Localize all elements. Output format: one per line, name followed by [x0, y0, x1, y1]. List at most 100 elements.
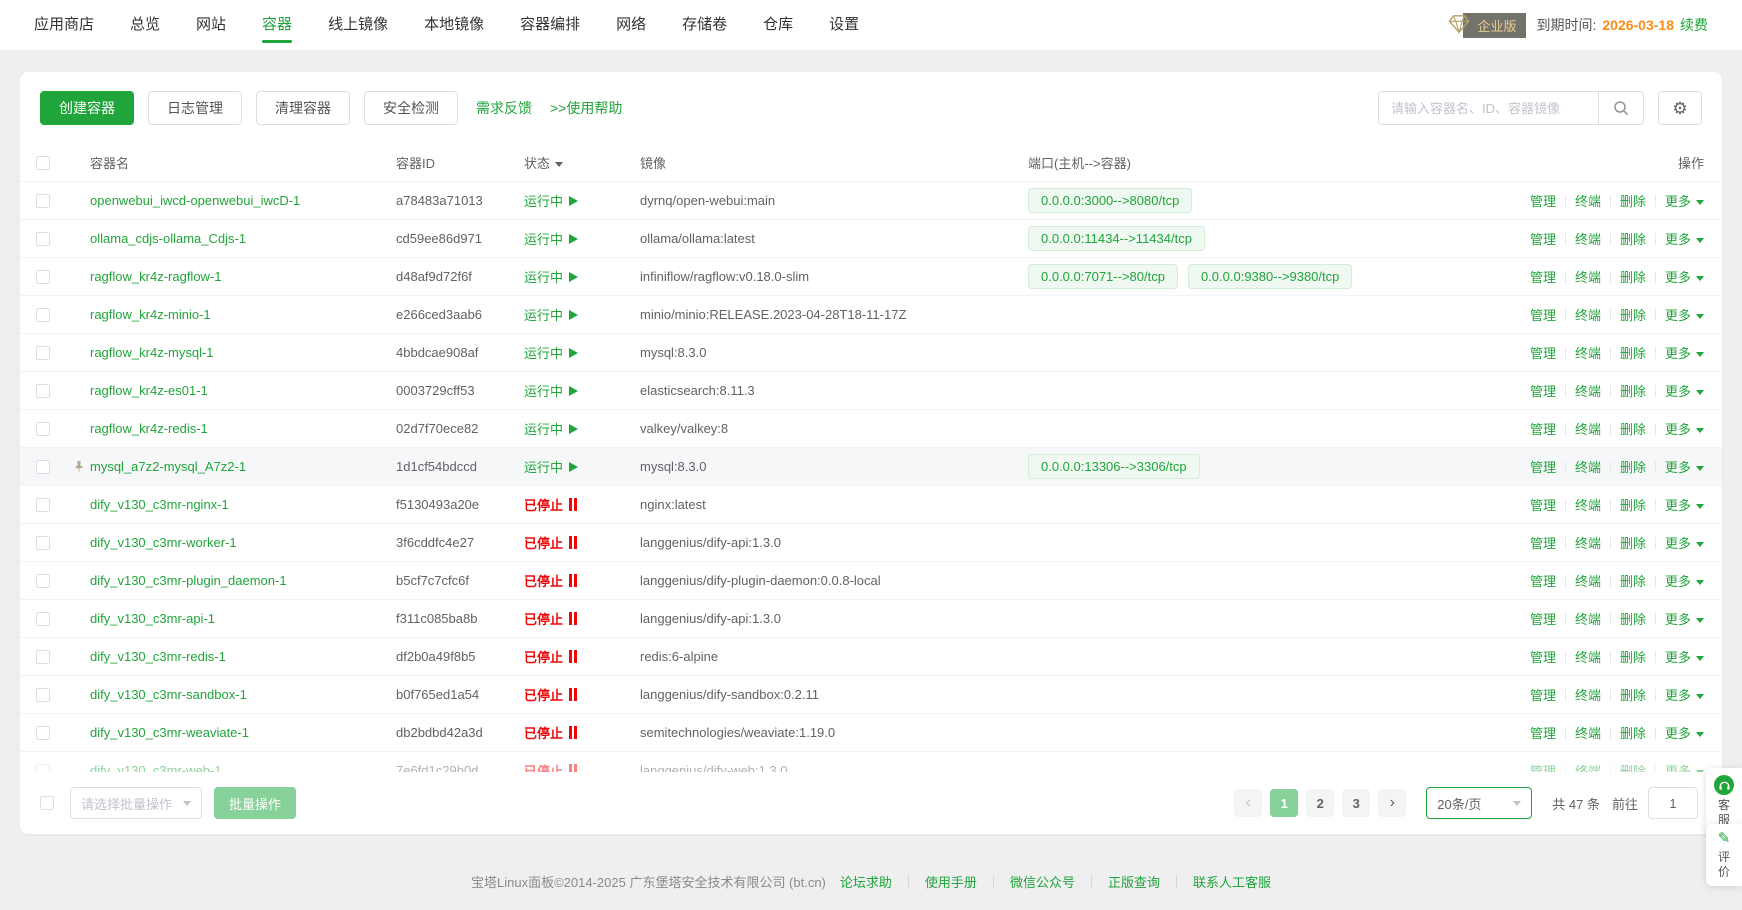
action-manage[interactable]: 管理: [1530, 647, 1556, 666]
action-terminal[interactable]: 终端: [1575, 419, 1601, 438]
renew-link[interactable]: 续费: [1680, 15, 1708, 35]
nav-item-5[interactable]: 线上镜像: [328, 0, 388, 50]
action-more[interactable]: 更多: [1665, 685, 1704, 704]
action-delete[interactable]: 删除: [1620, 457, 1646, 476]
action-more[interactable]: 更多: [1665, 419, 1704, 438]
footer-link-5[interactable]: 联系人工客服: [1193, 872, 1271, 891]
container-name-link[interactable]: dify_v130_c3mr-nginx-1: [90, 497, 229, 512]
container-name-link[interactable]: dify_v130_c3mr-api-1: [90, 611, 215, 626]
footer-link-1[interactable]: 论坛求助: [840, 872, 892, 891]
action-manage[interactable]: 管理: [1530, 305, 1556, 324]
footer-link-3[interactable]: 微信公众号: [1010, 872, 1075, 891]
nav-item-3[interactable]: 网站: [196, 0, 226, 50]
action-manage[interactable]: 管理: [1530, 533, 1556, 552]
action-delete[interactable]: 删除: [1620, 229, 1646, 248]
action-delete[interactable]: 删除: [1620, 723, 1646, 742]
help-link[interactable]: >>使用帮助: [550, 98, 622, 118]
action-terminal[interactable]: 终端: [1575, 343, 1601, 362]
row-checkbox[interactable]: [36, 612, 50, 626]
page-button-2[interactable]: 2: [1306, 789, 1334, 817]
nav-item-8[interactable]: 网络: [616, 0, 646, 50]
action-more[interactable]: 更多: [1665, 381, 1704, 400]
review-widget[interactable]: ✎ 评价: [1706, 824, 1742, 886]
action-more[interactable]: 更多: [1665, 533, 1704, 552]
batch-action-button[interactable]: 批量操作: [214, 787, 296, 819]
row-checkbox[interactable]: [36, 726, 50, 740]
action-more[interactable]: 更多: [1665, 229, 1704, 248]
nav-item-2[interactable]: 总览: [130, 0, 160, 50]
container-name-link[interactable]: ragflow_kr4z-ragflow-1: [90, 269, 222, 284]
container-name-link[interactable]: dify_v130_c3mr-worker-1: [90, 535, 237, 550]
page-button-1[interactable]: 1: [1270, 789, 1298, 817]
row-checkbox[interactable]: [36, 270, 50, 284]
action-more[interactable]: 更多: [1665, 191, 1704, 210]
action-manage[interactable]: 管理: [1530, 571, 1556, 590]
nav-item-11[interactable]: 设置: [829, 0, 859, 50]
container-name-link[interactable]: dify_v130_c3mr-web-1: [90, 763, 222, 772]
action-delete[interactable]: 删除: [1620, 647, 1646, 666]
row-checkbox[interactable]: [36, 232, 50, 246]
container-name-link[interactable]: dify_v130_c3mr-redis-1: [90, 649, 226, 664]
row-checkbox[interactable]: [36, 384, 50, 398]
container-name-link[interactable]: mysql_a7z2-mysql_A7z2-1: [90, 459, 246, 474]
action-delete[interactable]: 删除: [1620, 685, 1646, 704]
action-more[interactable]: 更多: [1665, 723, 1704, 742]
action-manage[interactable]: 管理: [1530, 685, 1556, 704]
container-name-link[interactable]: ragflow_kr4z-es01-1: [90, 383, 208, 398]
row-checkbox[interactable]: [36, 346, 50, 360]
select-all-checkbox[interactable]: [36, 156, 50, 170]
header-status[interactable]: 状态: [524, 153, 640, 172]
action-more[interactable]: 更多: [1665, 495, 1704, 514]
batch-select-all-checkbox[interactable]: [40, 796, 54, 810]
action-more[interactable]: 更多: [1665, 761, 1704, 772]
container-name-link[interactable]: ragflow_kr4z-mysql-1: [90, 345, 214, 360]
row-checkbox[interactable]: [36, 422, 50, 436]
action-terminal[interactable]: 终端: [1575, 305, 1601, 324]
row-checkbox[interactable]: [36, 764, 50, 773]
action-manage[interactable]: 管理: [1530, 609, 1556, 628]
row-checkbox[interactable]: [36, 574, 50, 588]
action-more[interactable]: 更多: [1665, 267, 1704, 286]
action-delete[interactable]: 删除: [1620, 191, 1646, 210]
row-checkbox[interactable]: [36, 536, 50, 550]
nav-item-1[interactable]: 应用商店: [34, 0, 94, 50]
action-delete[interactable]: 删除: [1620, 761, 1646, 772]
action-terminal[interactable]: 终端: [1575, 723, 1601, 742]
nav-item-4[interactable]: 容器: [262, 0, 292, 50]
action-more[interactable]: 更多: [1665, 609, 1704, 628]
action-delete[interactable]: 删除: [1620, 381, 1646, 400]
action-delete[interactable]: 删除: [1620, 267, 1646, 286]
action-delete[interactable]: 删除: [1620, 495, 1646, 514]
action-terminal[interactable]: 终端: [1575, 229, 1601, 248]
action-delete[interactable]: 删除: [1620, 609, 1646, 628]
nav-item-6[interactable]: 本地镜像: [424, 0, 484, 50]
nav-item-7[interactable]: 容器编排: [520, 0, 580, 50]
action-terminal[interactable]: 终端: [1575, 495, 1601, 514]
create-container-button[interactable]: 创建容器: [40, 91, 134, 125]
action-manage[interactable]: 管理: [1530, 343, 1556, 362]
action-terminal[interactable]: 终端: [1575, 761, 1601, 772]
action-more[interactable]: 更多: [1665, 457, 1704, 476]
footer-link-4[interactable]: 正版查询: [1108, 872, 1160, 891]
nav-item-9[interactable]: 存储卷: [682, 0, 727, 50]
action-manage[interactable]: 管理: [1530, 419, 1556, 438]
settings-button[interactable]: ⚙: [1658, 91, 1702, 125]
action-more[interactable]: 更多: [1665, 343, 1704, 362]
action-manage[interactable]: 管理: [1530, 761, 1556, 772]
security-check-button[interactable]: 安全检测: [364, 91, 458, 125]
row-checkbox[interactable]: [36, 308, 50, 322]
action-delete[interactable]: 删除: [1620, 419, 1646, 438]
prev-page-button[interactable]: ‹: [1234, 789, 1262, 817]
action-delete[interactable]: 删除: [1620, 533, 1646, 552]
action-manage[interactable]: 管理: [1530, 723, 1556, 742]
action-more[interactable]: 更多: [1665, 647, 1704, 666]
container-name-link[interactable]: ragflow_kr4z-minio-1: [90, 307, 211, 322]
batch-action-select[interactable]: 请选择批量操作: [70, 787, 202, 819]
search-input[interactable]: [1378, 91, 1598, 125]
action-terminal[interactable]: 终端: [1575, 685, 1601, 704]
container-name-link[interactable]: ollama_cdjs-ollama_Cdjs-1: [90, 231, 246, 246]
action-more[interactable]: 更多: [1665, 305, 1704, 324]
action-terminal[interactable]: 终端: [1575, 267, 1601, 286]
footer-link-2[interactable]: 使用手册: [925, 872, 977, 891]
next-page-button[interactable]: ›: [1378, 789, 1406, 817]
